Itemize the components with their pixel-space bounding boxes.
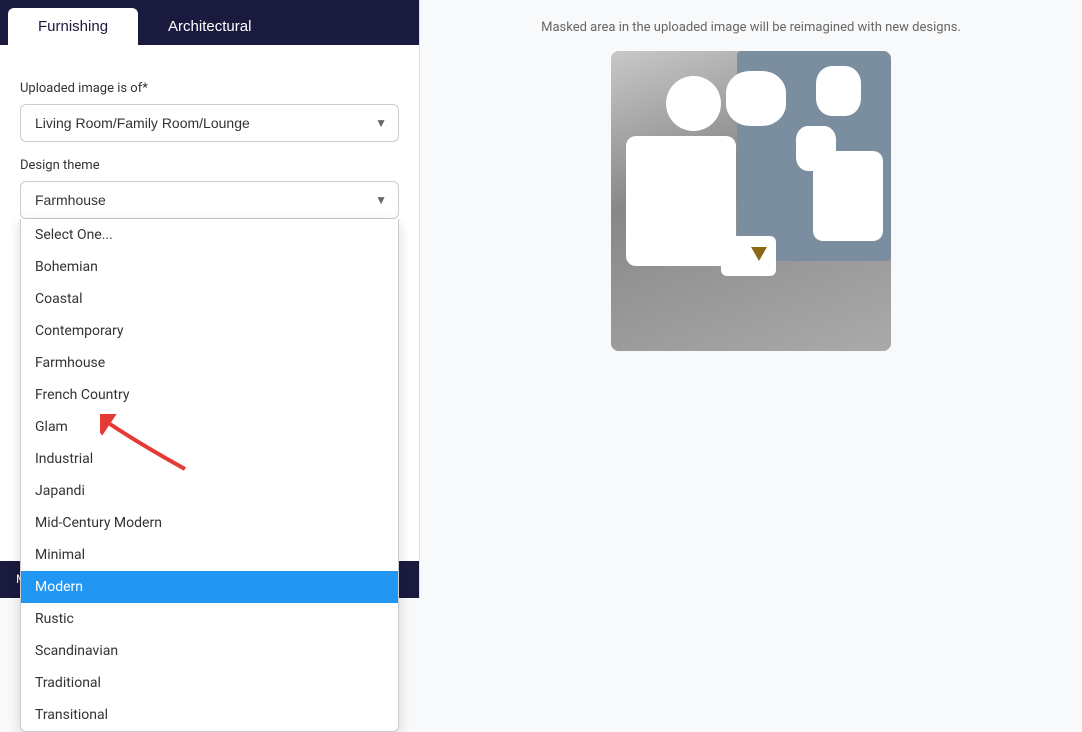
dropdown-item-mid-century[interactable]: Mid-Century Modern: [21, 507, 398, 539]
room-select[interactable]: Living Room/Family Room/Lounge: [20, 104, 399, 142]
arrow-indicator: [100, 414, 190, 478]
room-field-label: Uploaded image is of*: [20, 81, 399, 96]
tab-bar: Furnishing Architectural: [0, 0, 419, 45]
design-theme-label: Design theme: [20, 158, 399, 173]
dropdown-item-french-country[interactable]: French Country: [21, 379, 398, 411]
image-preview: [611, 51, 891, 351]
dropdown-item-coastal[interactable]: Coastal: [21, 283, 398, 315]
design-theme-select[interactable]: Farmhouse: [20, 181, 399, 219]
tab-furnishing[interactable]: Furnishing: [8, 8, 138, 45]
room-select-wrapper: Living Room/Family Room/Lounge ▼: [20, 104, 399, 142]
design-theme-dropdown: Select One... Bohemian Coastal Contempor…: [20, 219, 399, 732]
dropdown-item-industrial[interactable]: Industrial: [21, 443, 398, 475]
dropdown-item-scandinavian[interactable]: Scandinavian: [21, 635, 398, 667]
dropdown-item-select-one[interactable]: Select One...: [21, 219, 398, 251]
design-theme-wrapper: Farmhouse ▼ Select One... Bohemian Coast…: [20, 181, 399, 219]
image-inner: [611, 51, 891, 351]
right-panel: Masked area in the uploaded image will b…: [420, 0, 1082, 598]
left-panel: Furnishing Architectural Uploaded image …: [0, 0, 420, 598]
dropdown-item-modern[interactable]: Modern: [21, 571, 398, 603]
dropdown-item-contemporary[interactable]: Contemporary: [21, 315, 398, 347]
dropdown-item-glam[interactable]: Glam: [21, 411, 398, 443]
info-text: Masked area in the uploaded image will b…: [444, 20, 1058, 35]
dropdown-item-transitional[interactable]: Transitional: [21, 699, 398, 731]
dropdown-item-rustic[interactable]: Rustic: [21, 603, 398, 635]
dropdown-item-farmhouse[interactable]: Farmhouse: [21, 347, 398, 379]
dropdown-item-traditional[interactable]: Traditional: [21, 667, 398, 699]
dropdown-item-bohemian[interactable]: Bohemian: [21, 251, 398, 283]
dropdown-item-minimal[interactable]: Minimal: [21, 539, 398, 571]
tab-architectural[interactable]: Architectural: [138, 8, 281, 45]
dropdown-item-japandi[interactable]: Japandi: [21, 475, 398, 507]
panel-content: Uploaded image is of* Living Room/Family…: [0, 45, 419, 281]
